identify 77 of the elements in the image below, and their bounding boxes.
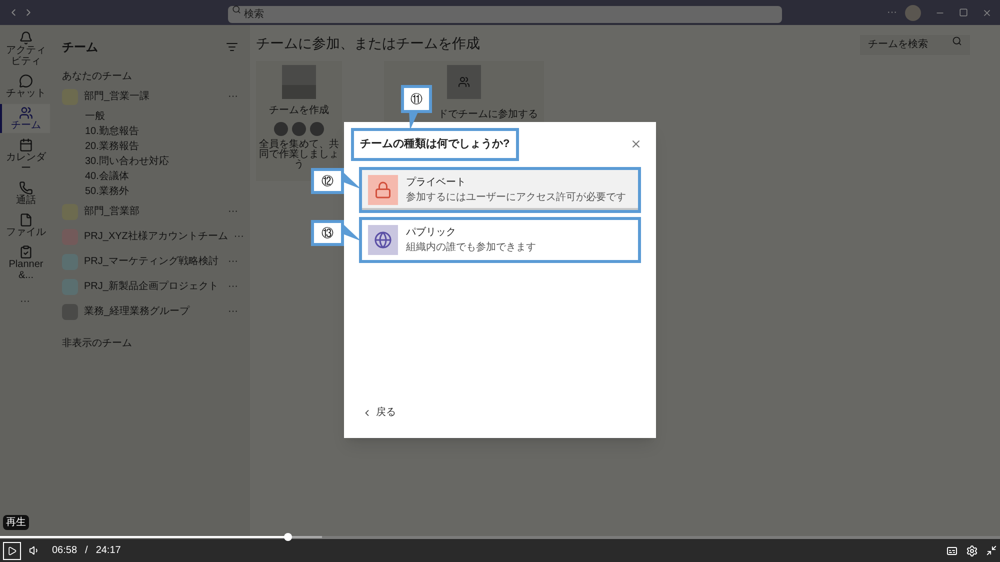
channel-item[interactable]: 40.会議体 xyxy=(58,169,242,184)
more-button[interactable]: ··· xyxy=(887,5,897,20)
filter-icon[interactable] xyxy=(226,41,238,53)
total-duration: 24:17 xyxy=(96,544,121,558)
rail-item[interactable]: チーム xyxy=(0,104,50,133)
channel-item[interactable]: 一般 xyxy=(58,109,242,124)
more-button[interactable]: ··· xyxy=(234,229,244,244)
option-description: 組織内の誰でも参加できます xyxy=(406,240,536,254)
search-field[interactable]: 検索 xyxy=(228,6,782,22)
card-title: ドでチームに参加する xyxy=(438,108,539,122)
maximize-icon[interactable] xyxy=(959,8,968,17)
close-icon[interactable] xyxy=(982,8,992,18)
rail-item[interactable]: アクティビティ xyxy=(0,29,50,69)
clipboard-icon xyxy=(19,245,33,259)
time-separator: / xyxy=(85,544,88,558)
page-title: チームに参加、またはチームを作成 xyxy=(256,34,480,52)
captions-icon[interactable] xyxy=(946,544,958,556)
section-label: あなたのチーム xyxy=(61,70,133,84)
callout-pointer xyxy=(407,110,421,130)
shrink-icon[interactable] xyxy=(986,545,997,556)
bell-icon xyxy=(19,31,33,45)
channel-item[interactable]: 50.業務外 xyxy=(58,184,242,199)
team-item[interactable]: PRJ_マーケティング戦略検討 ··· xyxy=(58,249,242,274)
team-item[interactable]: PRJ_新製品企画プロジェクト ··· xyxy=(58,274,242,299)
callout-bubble: ⑪ xyxy=(401,85,432,113)
rail-item[interactable]: Planner &... xyxy=(0,243,50,283)
rail-item[interactable]: カレンダー xyxy=(0,136,50,176)
dialog-title: チームの種類は何でしょうか? xyxy=(351,128,519,160)
channel-item[interactable]: 30.問い合わせ対応 xyxy=(58,154,242,169)
team-search-field[interactable]: チームを検索 xyxy=(860,34,970,54)
team-item[interactable]: 部門_営業一課 ··· xyxy=(58,84,242,109)
phone-icon xyxy=(19,181,33,195)
option-title: パブリック xyxy=(406,226,457,240)
globe-icon xyxy=(368,224,398,254)
volume-icon[interactable] xyxy=(29,545,40,556)
more-button[interactable]: ··· xyxy=(228,279,238,294)
callout-bubble: ⑬ xyxy=(311,220,344,246)
back-button[interactable]: 戻る xyxy=(362,405,396,420)
chat-icon xyxy=(19,74,33,88)
panel-title: チーム xyxy=(62,39,98,56)
option-description: 参加するにはユーザーにアクセス許可が必要です xyxy=(406,190,626,204)
team-item[interactable]: 部門_営業部 ··· xyxy=(58,199,242,224)
rail-item[interactable]: ファイル xyxy=(0,211,50,240)
play-icon xyxy=(7,546,17,556)
more-button[interactable]: ··· xyxy=(228,304,238,319)
play-button[interactable] xyxy=(3,542,21,560)
team-type-option[interactable]: パブリック 組織内の誰でも参加できます xyxy=(359,216,641,262)
card-title: チームを作成 xyxy=(269,104,329,118)
callout-bubble: ⑫ xyxy=(311,168,344,194)
current-time: 06:58 xyxy=(52,544,78,558)
people-icon xyxy=(447,65,481,99)
callout-pointer xyxy=(343,224,361,242)
callout-pointer xyxy=(343,172,361,190)
team-image-icon xyxy=(282,65,316,99)
people-avatars-icon xyxy=(274,122,324,136)
search-icon xyxy=(952,36,962,46)
card-description: 全員を集めて、共同で作業しましょう xyxy=(259,140,339,170)
team-item[interactable]: PRJ_XYZ社様アカウントチーム ··· xyxy=(58,224,242,249)
more-button[interactable]: ··· xyxy=(228,254,238,269)
play-tooltip: 再生 xyxy=(3,515,29,530)
lock-icon xyxy=(368,174,398,204)
section-label: 非表示のチーム xyxy=(61,336,133,351)
file-icon xyxy=(19,213,33,227)
more-button[interactable]: ··· xyxy=(228,89,238,104)
calendar-icon xyxy=(19,138,33,152)
team-type-option[interactable]: プライベート 参加するにはユーザーにアクセス許可が必要です xyxy=(359,166,641,212)
team-item[interactable]: 業務_経理業務グループ ··· xyxy=(58,299,242,324)
close-icon[interactable] xyxy=(630,138,642,150)
settings-icon[interactable] xyxy=(966,544,978,556)
rail-item[interactable]: チャット xyxy=(0,72,50,101)
search-icon xyxy=(232,4,241,14)
channel-item[interactable]: 10.勤怠報告 xyxy=(58,124,242,139)
people-icon xyxy=(19,106,33,120)
more-button[interactable]: ··· xyxy=(20,294,30,309)
more-button[interactable]: ··· xyxy=(228,204,238,219)
rail-item[interactable]: 通話 xyxy=(0,179,50,208)
channel-item[interactable]: 20.業務報告 xyxy=(58,139,242,154)
